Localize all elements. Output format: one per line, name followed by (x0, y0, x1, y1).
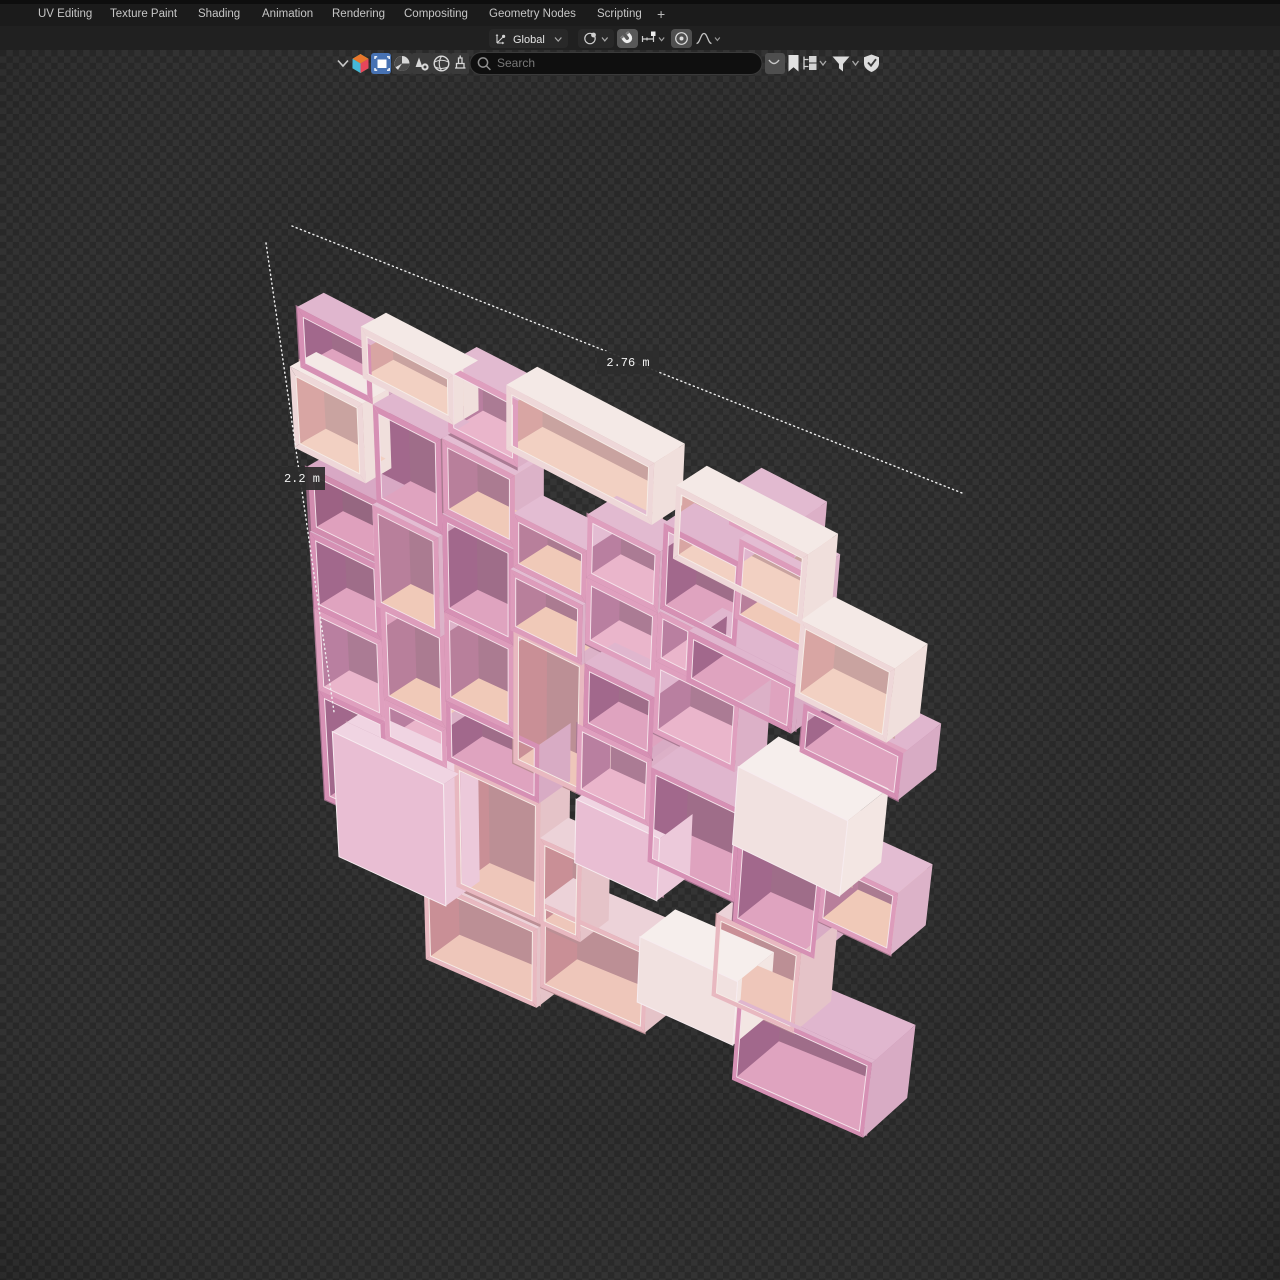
svg-text:2.2 m: 2.2 m (284, 472, 320, 486)
svg-text:Global: Global (513, 34, 545, 46)
svg-text:Search: Search (497, 56, 535, 70)
svg-text:2.76 m: 2.76 m (606, 356, 649, 370)
